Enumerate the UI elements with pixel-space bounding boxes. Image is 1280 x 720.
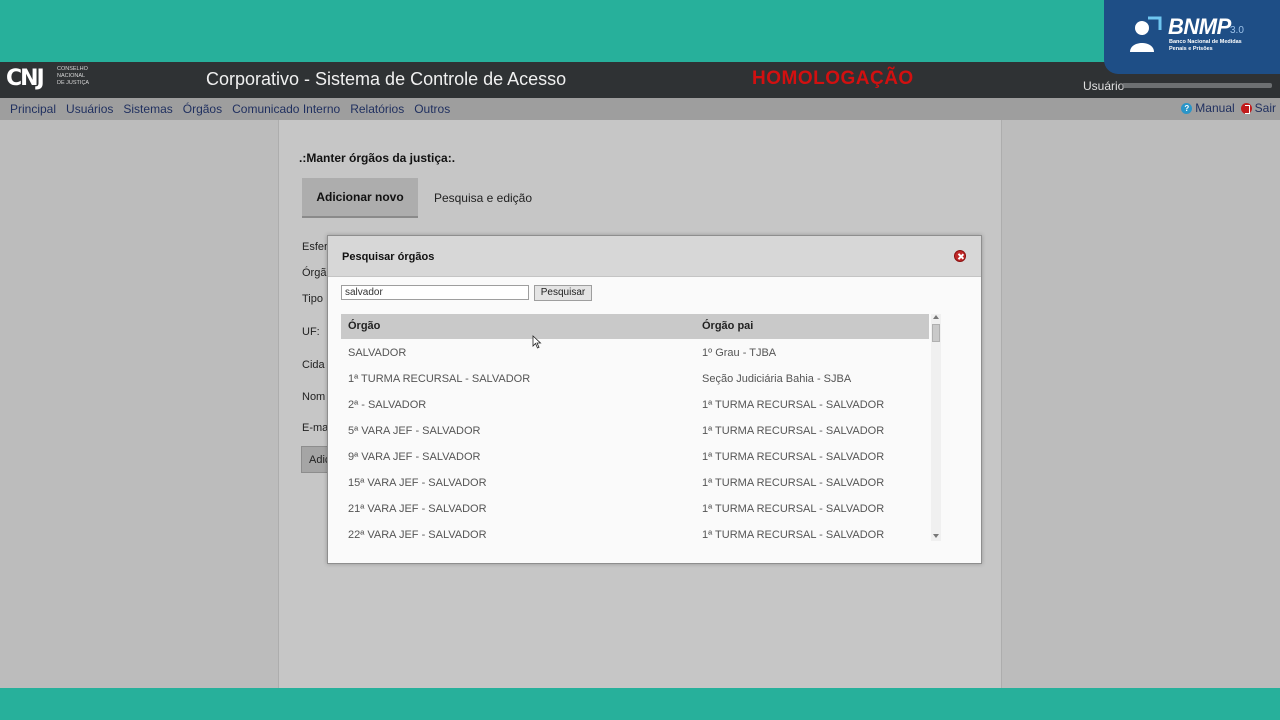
video-frame-bottom [0,688,1280,720]
cell-orgao-pai: 1ª TURMA RECURSAL - SALVADOR [702,477,885,489]
cell-orgao-pai: 1ª TURMA RECURSAL - SALVADOR [702,399,885,411]
table-row[interactable]: 9ª VARA JEF - SALVADOR 1ª TURMA RECURSAL… [341,443,929,469]
column-header-orgao-pai[interactable]: Órgão pai [695,314,929,339]
form-label-email: E-ma [302,422,329,434]
form-label-nome: Nom [302,391,326,403]
menu-bar: Principal Usuários Sistemas Órgãos Comun… [0,98,1280,120]
exit-icon [1240,102,1252,114]
exit-label: Sair [1254,101,1276,115]
close-icon[interactable] [954,250,966,262]
cell-orgao-pai: 1º Grau - TJBA [702,347,777,359]
table-row[interactable]: 22ª VARA JEF - SALVADOR 1ª TURMA RECURSA… [341,521,929,547]
results-table: Órgão Órgão pai SALVADOR 1º Grau - TJBA … [341,314,929,547]
tab-adicionar-novo[interactable]: Adicionar novo [302,178,418,218]
cell-orgao: SALVADOR [348,347,407,359]
app-title: Corporativo - Sistema de Controle de Ace… [206,69,567,89]
page-heading: .:Manter órgãos da justiça:. [299,151,456,165]
table-header: Órgão Órgão pai [341,314,929,339]
form-label-tipo: Tipo [302,293,323,305]
menu-item-principal[interactable]: Principal [10,102,56,116]
table-row[interactable]: SALVADOR 1º Grau - TJBA [341,339,929,365]
user-label: Usuário [1083,79,1125,93]
form-label-orgao: Órgã [302,267,327,279]
user-name-redacted [1122,83,1272,88]
table-row[interactable]: 5ª VARA JEF - SALVADOR 1ª TURMA RECURSAL… [341,417,929,443]
menu-item-sistemas[interactable]: Sistemas [123,102,172,116]
table-row[interactable]: 2ª - SALVADOR 1ª TURMA RECURSAL - SALVAD… [341,391,929,417]
tab-pesquisa-edicao[interactable]: Pesquisa e edição [424,178,542,218]
form-label-cidade: Cida [302,359,325,371]
menu-item-outros[interactable]: Outros [414,102,450,116]
manual-label: Manual [1195,101,1235,115]
bnmp-badge: BNMP 3.0 Banco Nacional de Medidas Penai… [1104,0,1280,74]
menu-item-relatorios[interactable]: Relatórios [350,102,404,116]
app-header: CNJ CONSELHO NACIONAL DE JUSTIÇA Corpora… [0,62,1280,98]
cell-orgao-pai: Seção Judiciária Bahia - SJBA [702,373,852,385]
cell-orgao-pai: 1ª TURMA RECURSAL - SALVADOR [702,451,885,463]
cnj-logo: CNJ [6,66,45,91]
scroll-up-arrow-icon[interactable] [933,315,939,319]
cell-orgao-pai: 1ª TURMA RECURSAL - SALVADOR [702,425,885,437]
exit-link[interactable]: Sair [1240,101,1276,115]
bnmp-subtitle: Banco Nacional de Medidas Penais e Prisõ… [1169,39,1242,52]
table-scrollbar[interactable] [931,314,941,541]
form-label-esfera: Esfer [302,241,328,253]
cell-orgao: 21ª VARA JEF - SALVADOR [348,503,487,515]
modal-header: Pesquisar órgãos [328,236,981,277]
mouse-cursor-icon [532,335,542,349]
bnmp-title: BNMP [1168,14,1231,39]
cell-orgao: 9ª VARA JEF - SALVADOR [348,451,481,463]
search-input[interactable] [341,285,529,300]
modal-title: Pesquisar órgãos [342,251,435,263]
menu-item-orgaos[interactable]: Órgãos [183,102,222,116]
help-icon: ? [1181,102,1193,114]
video-frame-top [0,0,1280,62]
menu-item-comunicado-interno[interactable]: Comunicado Interno [232,102,340,116]
scroll-thumb[interactable] [932,324,940,342]
form-label-uf: UF: [302,326,320,338]
search-orgaos-modal: Pesquisar órgãos Pesquisar Órgão Órgão p… [327,235,982,564]
column-header-orgao[interactable]: Órgão [341,314,695,339]
cell-orgao: 2ª - SALVADOR [348,399,427,411]
menu-item-usuarios[interactable]: Usuários [66,102,113,116]
scroll-down-arrow-icon[interactable] [933,534,939,538]
cell-orgao: 5ª VARA JEF - SALVADOR [348,425,481,437]
bnmp-logo-icon [1130,16,1162,52]
cell-orgao: 1ª TURMA RECURSAL - SALVADOR [348,373,531,385]
table-row[interactable]: 1ª TURMA RECURSAL - SALVADOR Seção Judic… [341,365,929,391]
cell-orgao: 22ª VARA JEF - SALVADOR [348,529,487,541]
manual-link[interactable]: ? Manual [1181,101,1235,115]
table-row[interactable]: 15ª VARA JEF - SALVADOR 1ª TURMA RECURSA… [341,469,929,495]
cnj-logo-subtitle: CONSELHO NACIONAL DE JUSTIÇA [57,66,90,86]
bnmp-version: 3.0 [1230,25,1244,36]
environment-badge: HOMOLOGAÇÃO [752,68,914,89]
table-row[interactable]: 21ª VARA JEF - SALVADOR 1ª TURMA RECURSA… [341,495,929,521]
cell-orgao-pai: 1ª TURMA RECURSAL - SALVADOR [702,529,885,541]
search-button[interactable]: Pesquisar [534,285,592,301]
cell-orgao: 15ª VARA JEF - SALVADOR [348,477,487,489]
cell-orgao-pai: 1ª TURMA RECURSAL - SALVADOR [702,503,885,515]
